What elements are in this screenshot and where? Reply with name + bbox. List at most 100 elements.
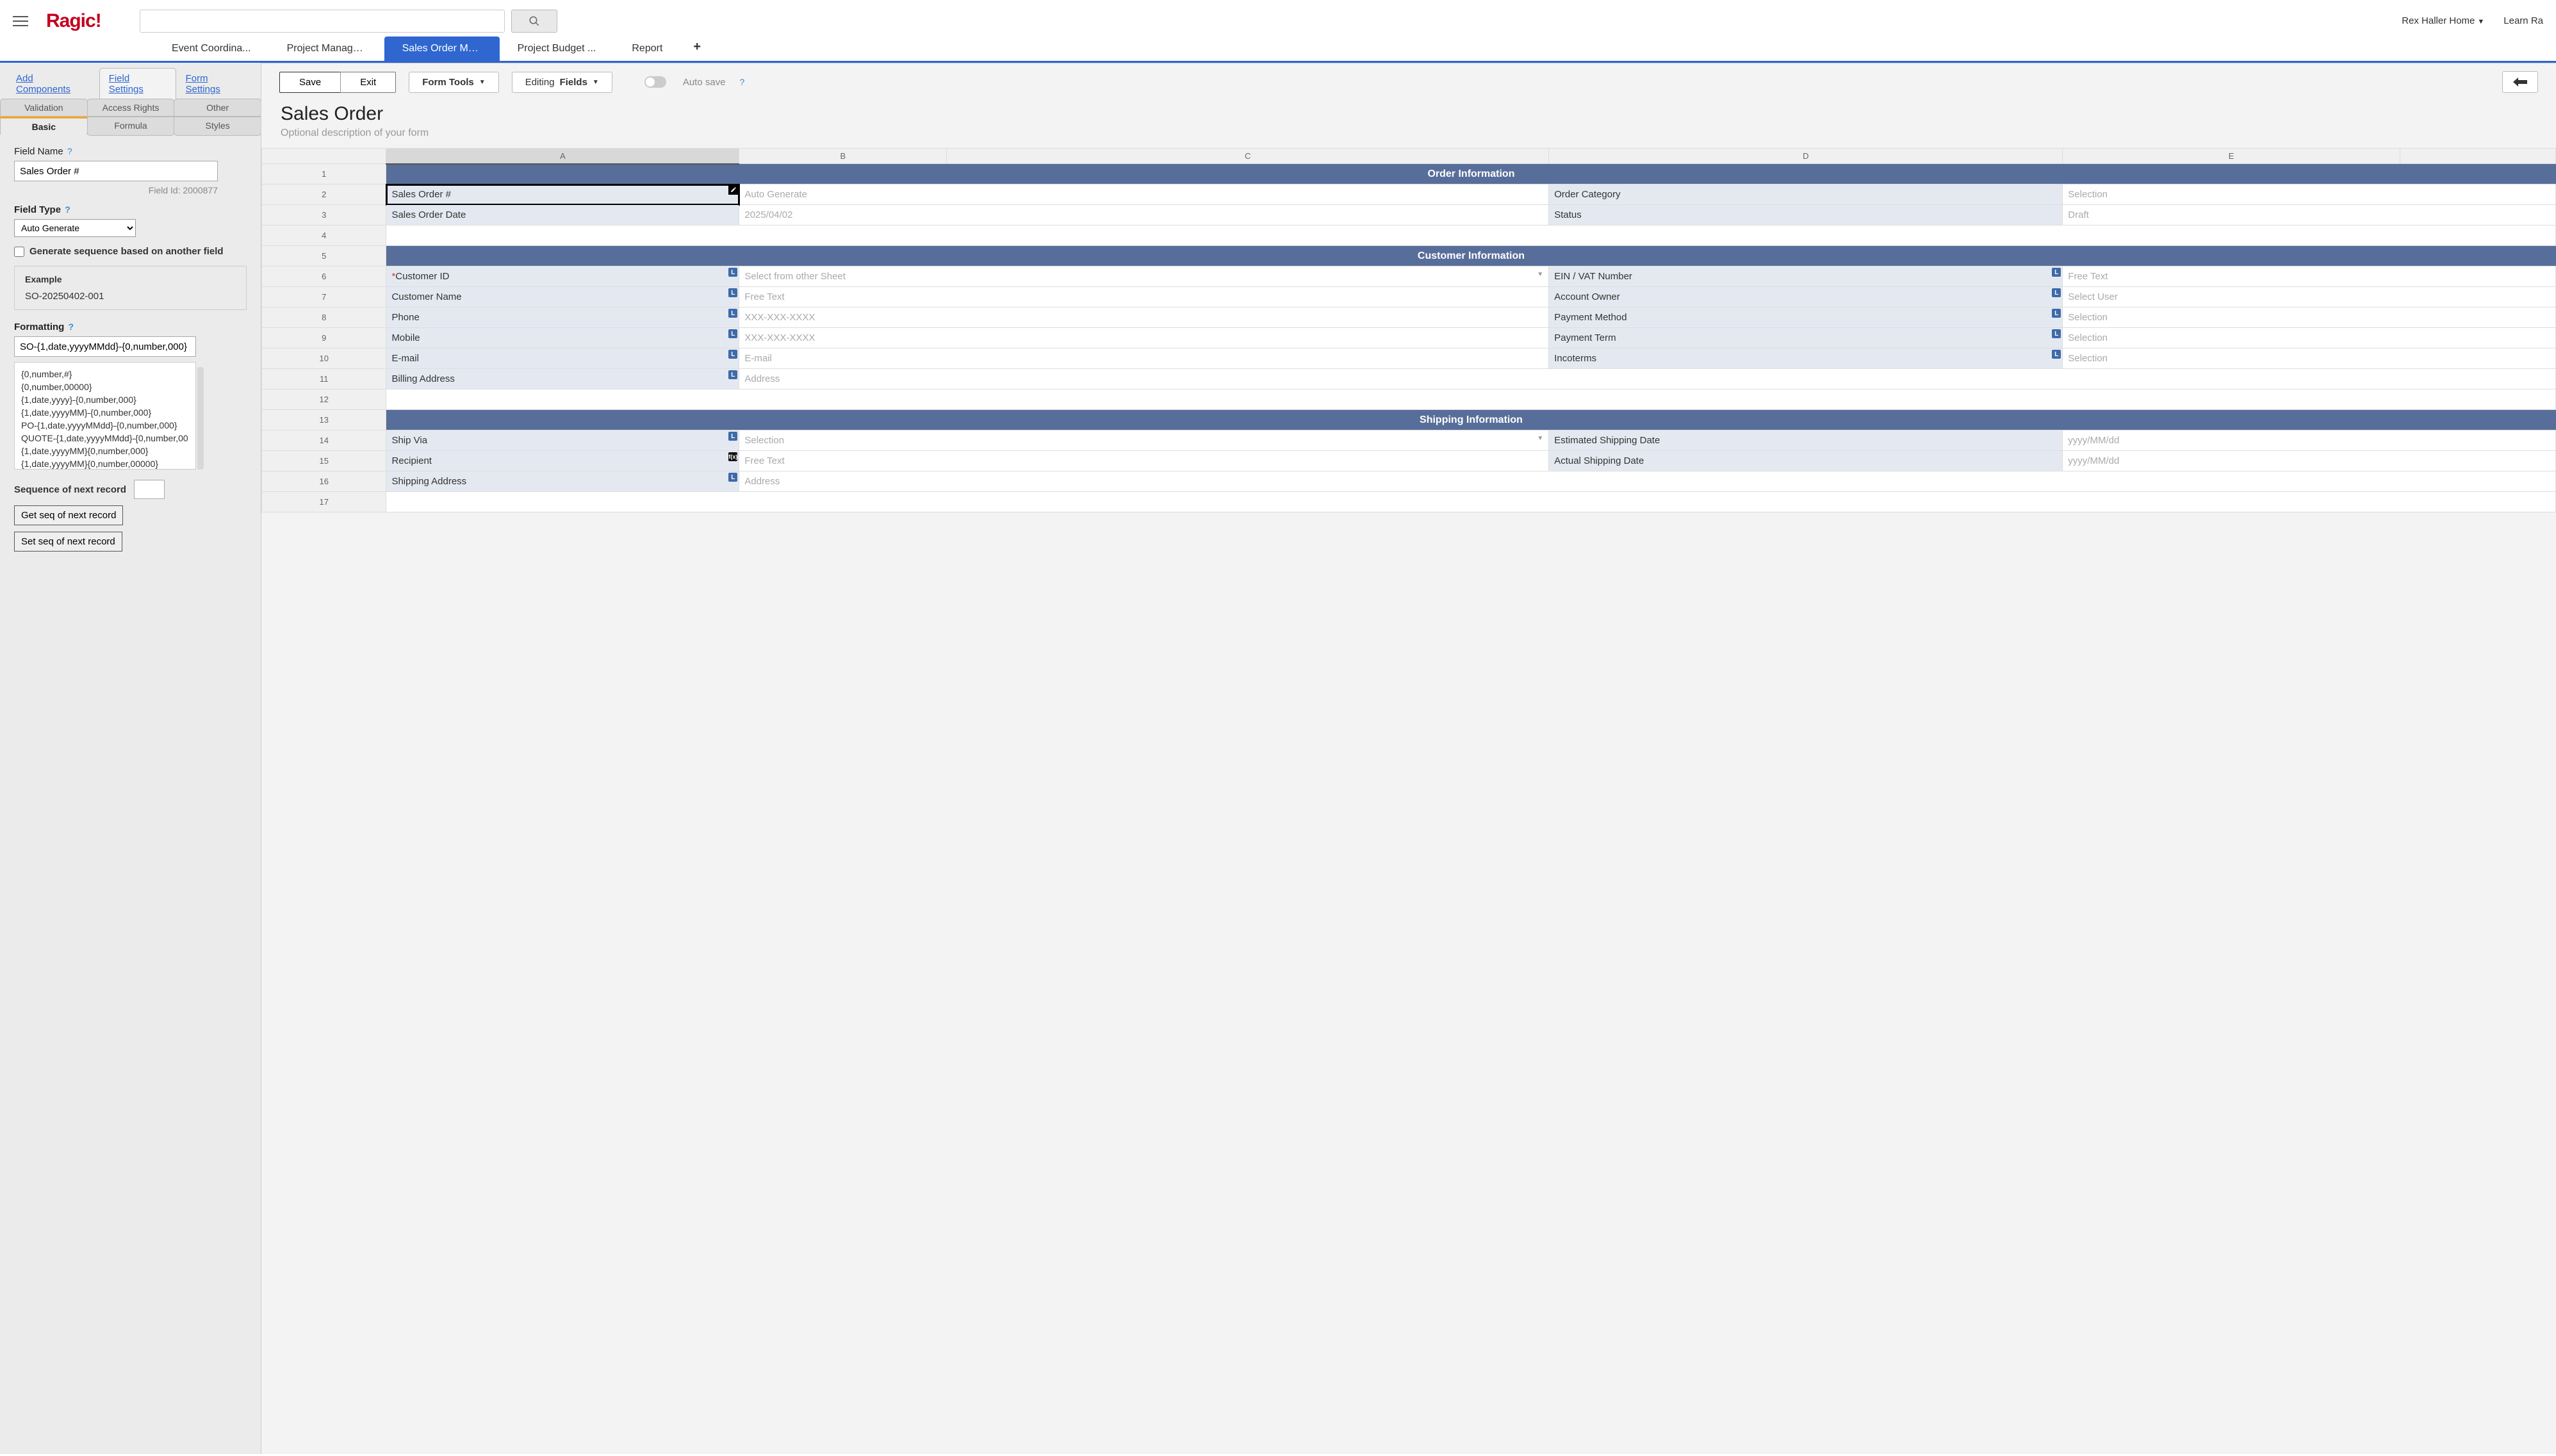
sequence-input[interactable] bbox=[134, 480, 165, 499]
field-label-actual-ship-date[interactable]: Actual Shipping Date bbox=[1549, 451, 2063, 471]
other-tab[interactable]: Other bbox=[174, 99, 261, 117]
tab-project-budget[interactable]: Project Budget ... bbox=[500, 37, 614, 61]
field-value[interactable]: Selection bbox=[2063, 307, 2556, 328]
row-header[interactable]: 15 bbox=[262, 451, 386, 471]
add-tab-button[interactable]: + bbox=[680, 33, 714, 61]
format-option[interactable]: {0,number,00000} bbox=[21, 380, 189, 393]
col-header-e[interactable]: E bbox=[2063, 149, 2400, 164]
exit-button[interactable]: Exit bbox=[340, 72, 396, 93]
field-label-sales-order-no[interactable]: Sales Order # bbox=[386, 184, 739, 205]
field-value[interactable]: Selection bbox=[2063, 328, 2556, 348]
field-value[interactable]: Draft bbox=[2063, 205, 2556, 225]
tab-project-mgmt[interactable]: Project Manage... bbox=[269, 37, 384, 61]
formatting-input[interactable] bbox=[14, 336, 196, 357]
format-option[interactable]: {1,date,yyyyMM}{0,number,00000} bbox=[21, 457, 189, 470]
field-value[interactable]: Selection▼ bbox=[739, 430, 1549, 451]
user-home-link[interactable]: Rex Haller Home▼ bbox=[2402, 15, 2484, 26]
field-label-phone[interactable]: PhoneL bbox=[386, 307, 739, 328]
field-label-customer-id[interactable]: *Customer IDL bbox=[386, 266, 739, 287]
tab-event[interactable]: Event Coordina... bbox=[154, 37, 269, 61]
row-header[interactable]: 13 bbox=[262, 410, 386, 430]
empty-cell[interactable] bbox=[386, 225, 2556, 246]
row-header[interactable]: 11 bbox=[262, 369, 386, 389]
format-option[interactable]: PO-{1,date,yyyyMMdd}-{0,number,000} bbox=[21, 419, 189, 432]
row-header[interactable]: 2 bbox=[262, 184, 386, 205]
format-option[interactable]: {1,date,yyyyMM}{0,number,000} bbox=[21, 445, 189, 457]
form-title[interactable]: Sales Order bbox=[281, 103, 2537, 125]
section-shipping-info[interactable]: Shipping Information bbox=[386, 410, 2556, 430]
add-components-tab[interactable]: Add Components bbox=[6, 68, 99, 99]
field-label-ein-vat[interactable]: EIN / VAT NumberL bbox=[1549, 266, 2063, 287]
row-header[interactable]: 7 bbox=[262, 287, 386, 307]
field-value[interactable]: Auto Generate bbox=[739, 184, 1549, 205]
validation-tab[interactable]: Validation bbox=[0, 99, 88, 117]
auto-save-toggle[interactable] bbox=[644, 76, 666, 88]
set-seq-button[interactable]: Set seq of next record bbox=[14, 532, 122, 552]
format-options-list[interactable]: {0,number,#} {0,number,00000} {1,date,yy… bbox=[14, 362, 196, 470]
row-header[interactable]: 9 bbox=[262, 328, 386, 348]
row-header[interactable]: 1 bbox=[262, 164, 386, 184]
field-label-payment-term[interactable]: Payment TermL bbox=[1549, 328, 2063, 348]
field-name-input[interactable] bbox=[14, 161, 218, 181]
empty-cell[interactable] bbox=[386, 389, 2556, 410]
row-header[interactable]: 8 bbox=[262, 307, 386, 328]
field-label-est-ship-date[interactable]: Estimated Shipping Date bbox=[1549, 430, 2063, 451]
field-value[interactable]: yyyy/MM/dd bbox=[2063, 430, 2556, 451]
tab-report[interactable]: Report bbox=[614, 37, 680, 61]
row-header[interactable]: 14 bbox=[262, 430, 386, 451]
field-label-email[interactable]: E-mailL bbox=[386, 348, 739, 369]
form-tools-dropdown[interactable]: Form Tools▼ bbox=[409, 72, 498, 93]
help-icon[interactable]: ? bbox=[69, 322, 74, 332]
col-header-b[interactable]: B bbox=[739, 149, 947, 164]
field-label-recipient[interactable]: Recipientf(x) bbox=[386, 451, 739, 471]
field-settings-tab[interactable]: Field Settings bbox=[99, 68, 176, 99]
field-value[interactable]: Address bbox=[739, 369, 2556, 389]
field-label-order-category[interactable]: Order Category bbox=[1549, 184, 2063, 205]
search-button[interactable] bbox=[511, 10, 557, 33]
field-value[interactable]: Free Text bbox=[739, 451, 1549, 471]
save-button[interactable]: Save bbox=[279, 72, 340, 93]
section-order-info[interactable]: Order Information bbox=[386, 164, 2556, 184]
access-rights-tab[interactable]: Access Rights bbox=[87, 99, 175, 117]
help-icon[interactable]: ? bbox=[65, 204, 70, 215]
formula-tab[interactable]: Formula bbox=[87, 117, 175, 136]
styles-tab[interactable]: Styles bbox=[174, 117, 261, 136]
tab-sales-order[interactable]: Sales Order Ma... bbox=[384, 37, 500, 61]
field-type-select[interactable]: Auto Generate bbox=[14, 219, 136, 237]
field-label-status[interactable]: Status bbox=[1549, 205, 2063, 225]
format-option[interactable]: {1,date,yyyyMM}-{0,number,000} bbox=[21, 406, 189, 419]
col-header-c[interactable]: C bbox=[947, 149, 1549, 164]
field-value[interactable]: Free Text bbox=[2063, 266, 2556, 287]
field-label-mobile[interactable]: MobileL bbox=[386, 328, 739, 348]
row-header[interactable]: 12 bbox=[262, 389, 386, 410]
field-label-customer-name[interactable]: Customer NameL bbox=[386, 287, 739, 307]
field-value[interactable]: Address bbox=[739, 471, 2556, 492]
field-value[interactable]: Select User bbox=[2063, 287, 2556, 307]
row-header[interactable]: 3 bbox=[262, 205, 386, 225]
editing-mode-dropdown[interactable]: Editing Fields▼ bbox=[512, 72, 612, 93]
field-label-billing-address[interactable]: Billing AddressL bbox=[386, 369, 739, 389]
section-customer-info[interactable]: Customer Information bbox=[386, 246, 2556, 266]
form-settings-tab[interactable]: Form Settings bbox=[176, 68, 254, 99]
back-button[interactable] bbox=[2502, 71, 2538, 93]
field-value[interactable]: XXX-XXX-XXXX bbox=[739, 307, 1549, 328]
global-search-input[interactable] bbox=[140, 10, 505, 33]
row-header[interactable]: 16 bbox=[262, 471, 386, 492]
help-icon[interactable]: ? bbox=[67, 146, 72, 156]
field-value[interactable]: 2025/04/02 bbox=[739, 205, 1549, 225]
learn-link[interactable]: Learn Ra bbox=[2503, 15, 2543, 26]
field-value[interactable]: Select from other Sheet▼ bbox=[739, 266, 1549, 287]
field-label-payment-method[interactable]: Payment MethodL bbox=[1549, 307, 2063, 328]
field-label-sales-order-date[interactable]: Sales Order Date bbox=[386, 205, 739, 225]
field-value[interactable]: XXX-XXX-XXXX bbox=[739, 328, 1549, 348]
scrollbar[interactable] bbox=[197, 367, 204, 470]
field-label-shipping-address[interactable]: Shipping AddressL bbox=[386, 471, 739, 492]
row-header[interactable]: 6 bbox=[262, 266, 386, 287]
format-option[interactable]: {0,number,#} bbox=[21, 368, 189, 380]
col-header-a[interactable]: A bbox=[386, 149, 739, 164]
field-value[interactable]: yyyy/MM/dd bbox=[2063, 451, 2556, 471]
field-value[interactable]: E-mail bbox=[739, 348, 1549, 369]
empty-cell[interactable] bbox=[386, 492, 2556, 512]
generate-sequence-checkbox[interactable] bbox=[14, 247, 24, 257]
form-subtitle[interactable]: Optional description of your form bbox=[281, 127, 2537, 139]
